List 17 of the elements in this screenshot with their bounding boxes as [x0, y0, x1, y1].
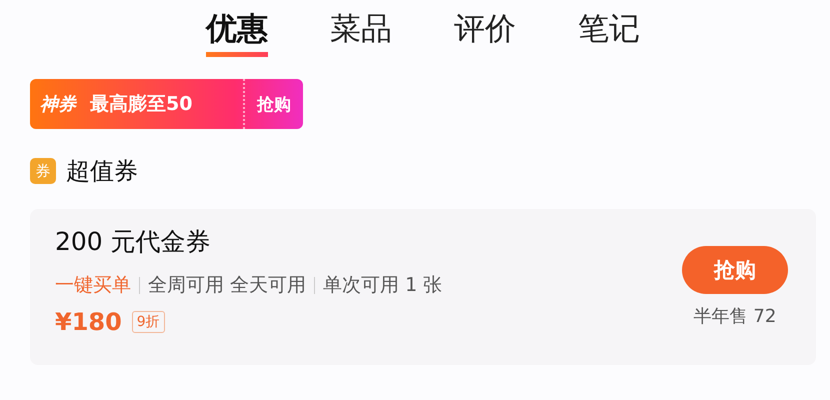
coupon-icon: 券 [30, 158, 56, 184]
discount-tag: 9折 [132, 311, 165, 334]
promo-banner[interactable]: 神券 最高膨至50 抢购 [30, 79, 303, 130]
promo-text: 最高膨至50 [89, 92, 194, 118]
tab[interactable]: 菜品 [330, 12, 392, 58]
price: ¥180 [55, 308, 122, 336]
tab[interactable]: 评价 [454, 12, 516, 58]
sales-count: 半年售 72 [694, 305, 776, 328]
voucher-feature: 单次可用 1 张 [323, 273, 442, 298]
voucher-feature: 全周可用 全天可用 [148, 273, 306, 298]
promo-action: 抢购 [243, 79, 303, 130]
promo-tag: 神券 [30, 92, 76, 116]
tab[interactable]: 笔记 [578, 12, 640, 58]
section-title: 超值券 [66, 156, 138, 188]
voucher-feature: 一键买单 [55, 273, 131, 298]
tab[interactable]: 优惠 [206, 12, 268, 58]
voucher-title: 200 元代金券 [55, 226, 212, 258]
